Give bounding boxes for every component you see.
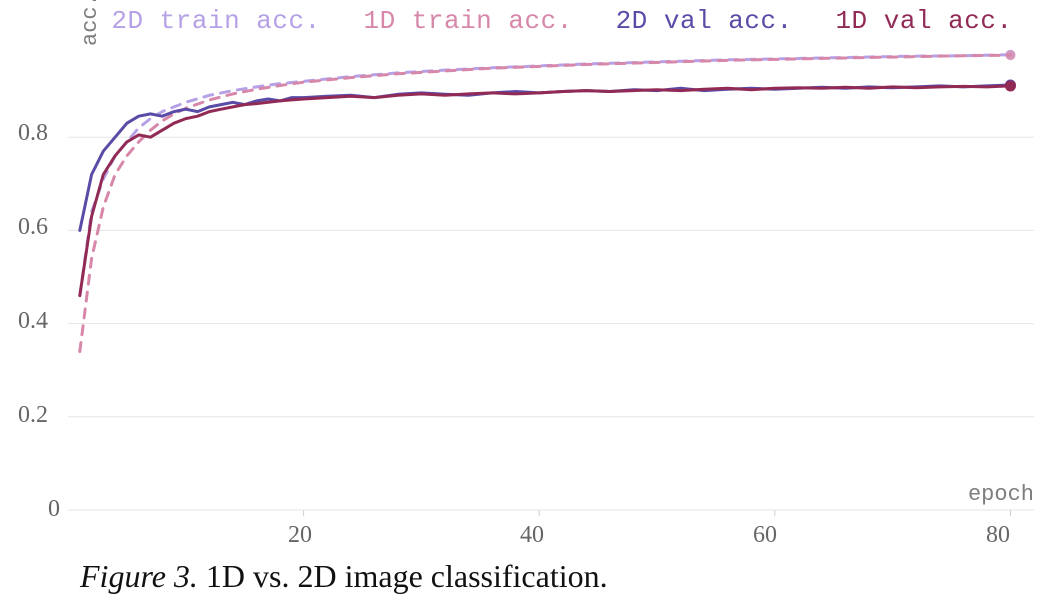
- figure-caption: Figure 3. 1D vs. 2D image classification…: [80, 558, 608, 595]
- caption-text: 1D vs. 2D image classification.: [198, 558, 608, 594]
- series-2D-val-acc.: [80, 85, 1011, 230]
- series-2D-train-acc.: [80, 55, 1011, 296]
- series-1D-train-acc.: [80, 55, 1011, 351]
- caption-label: Figure 3.: [80, 558, 198, 594]
- chart-svg: [0, 0, 1044, 560]
- series-1D-val-acc.: [80, 86, 1011, 296]
- figure: 2D train acc. 1D train acc. 2D val acc. …: [0, 0, 1044, 603]
